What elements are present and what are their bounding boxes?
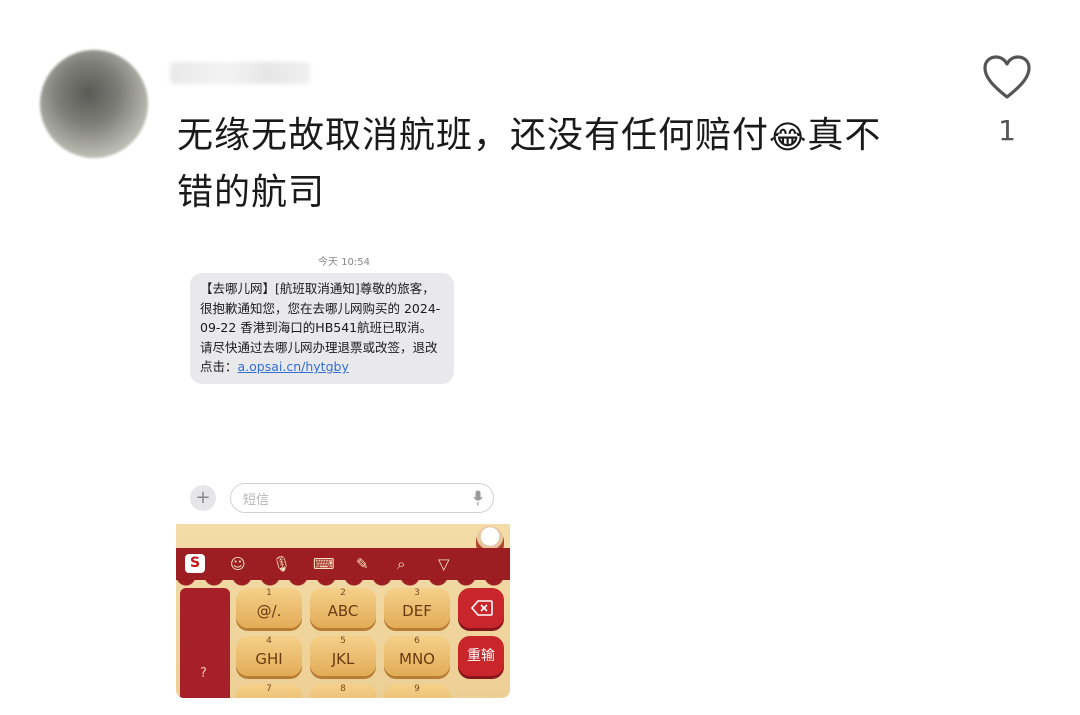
key-7[interactable]: 7 [236,684,302,698]
plus-icon[interactable]: + [190,485,216,511]
sms-link[interactable]: a.opsai.cn/hytgby [238,359,349,374]
attached-screenshot[interactable]: 今天 10:54 【去哪儿网】[航班取消通知]尊敬的旅客，很抱歉通知您，您在去哪… [176,240,512,700]
key-number: 9 [414,684,420,694]
key-9[interactable]: 9 [384,684,450,698]
key-label: @/. [256,602,282,620]
compose-placeholder: 短信 [243,493,270,508]
username-blurred[interactable] [170,62,310,84]
key-number: 4 [266,636,272,646]
key-1[interactable]: 1 @/. [236,588,302,628]
sms-timestamp: 今天 10:54 [318,257,370,268]
key-label: MNO [399,650,435,668]
emoji-icon[interactable]: ☺ [230,554,246,574]
comment-text: 无缘无故取消航班，还没有任何赔付😂真不错的航司 [177,108,917,221]
backspace-icon [471,600,493,616]
handwriting-icon[interactable]: ✎ [356,554,369,574]
heart-outline-icon[interactable] [982,54,1032,100]
key-8[interactable]: 8 [310,684,376,698]
sms-bubble: 【去哪儿网】[航班取消通知]尊敬的旅客，很抱歉通知您，您在去哪儿网购买的 202… [190,273,454,384]
laughing-tears-emoji: 😂 [769,118,808,156]
key-3[interactable]: 3 DEF [384,588,450,628]
symbol-question-mark: ? [200,666,207,681]
key-2[interactable]: 2 ABC [310,588,376,628]
key-number: 3 [414,588,420,598]
sogou-logo-icon[interactable]: S [185,554,205,573]
key-6[interactable]: 6 MNO [384,636,450,676]
key-5[interactable]: 5 JKL [310,636,376,676]
like-count: 1 [998,114,1016,147]
key-number: 8 [340,684,346,694]
voice-input-icon[interactable]: 🎙 [272,554,291,574]
comment-text-main: 无缘无故取消航班，还没有任何赔付 [177,115,770,156]
key-number: 7 [266,684,272,694]
key-number: 1 [266,588,272,598]
microphone-icon[interactable] [473,490,483,506]
key-label: DEF [402,602,432,620]
key-number: 2 [340,588,346,598]
symbol-column[interactable]: ? [180,588,230,698]
sms-compose-input[interactable]: 短信 [230,483,494,513]
key-label: ABC [327,602,359,620]
avatar[interactable] [40,50,148,158]
sogou-keyboard: S ☺ 🎙 ⌨ ✎ ⌕ ▽ ? 1 @/. 2 ABC 3 DEF 4 GHI … [176,524,510,698]
search-icon[interactable]: ⌕ [397,554,405,574]
backspace-key[interactable] [458,588,504,628]
collapse-keyboard-icon[interactable]: ▽ [438,554,450,574]
key-label: GHI [255,650,283,668]
key-number: 5 [340,636,346,646]
key-number: 6 [414,636,420,646]
key-4[interactable]: 4 GHI [236,636,302,676]
retype-key[interactable]: 重输 [458,636,504,676]
key-label: JKL [331,650,355,668]
keyboard-switch-icon[interactable]: ⌨ [313,554,335,574]
